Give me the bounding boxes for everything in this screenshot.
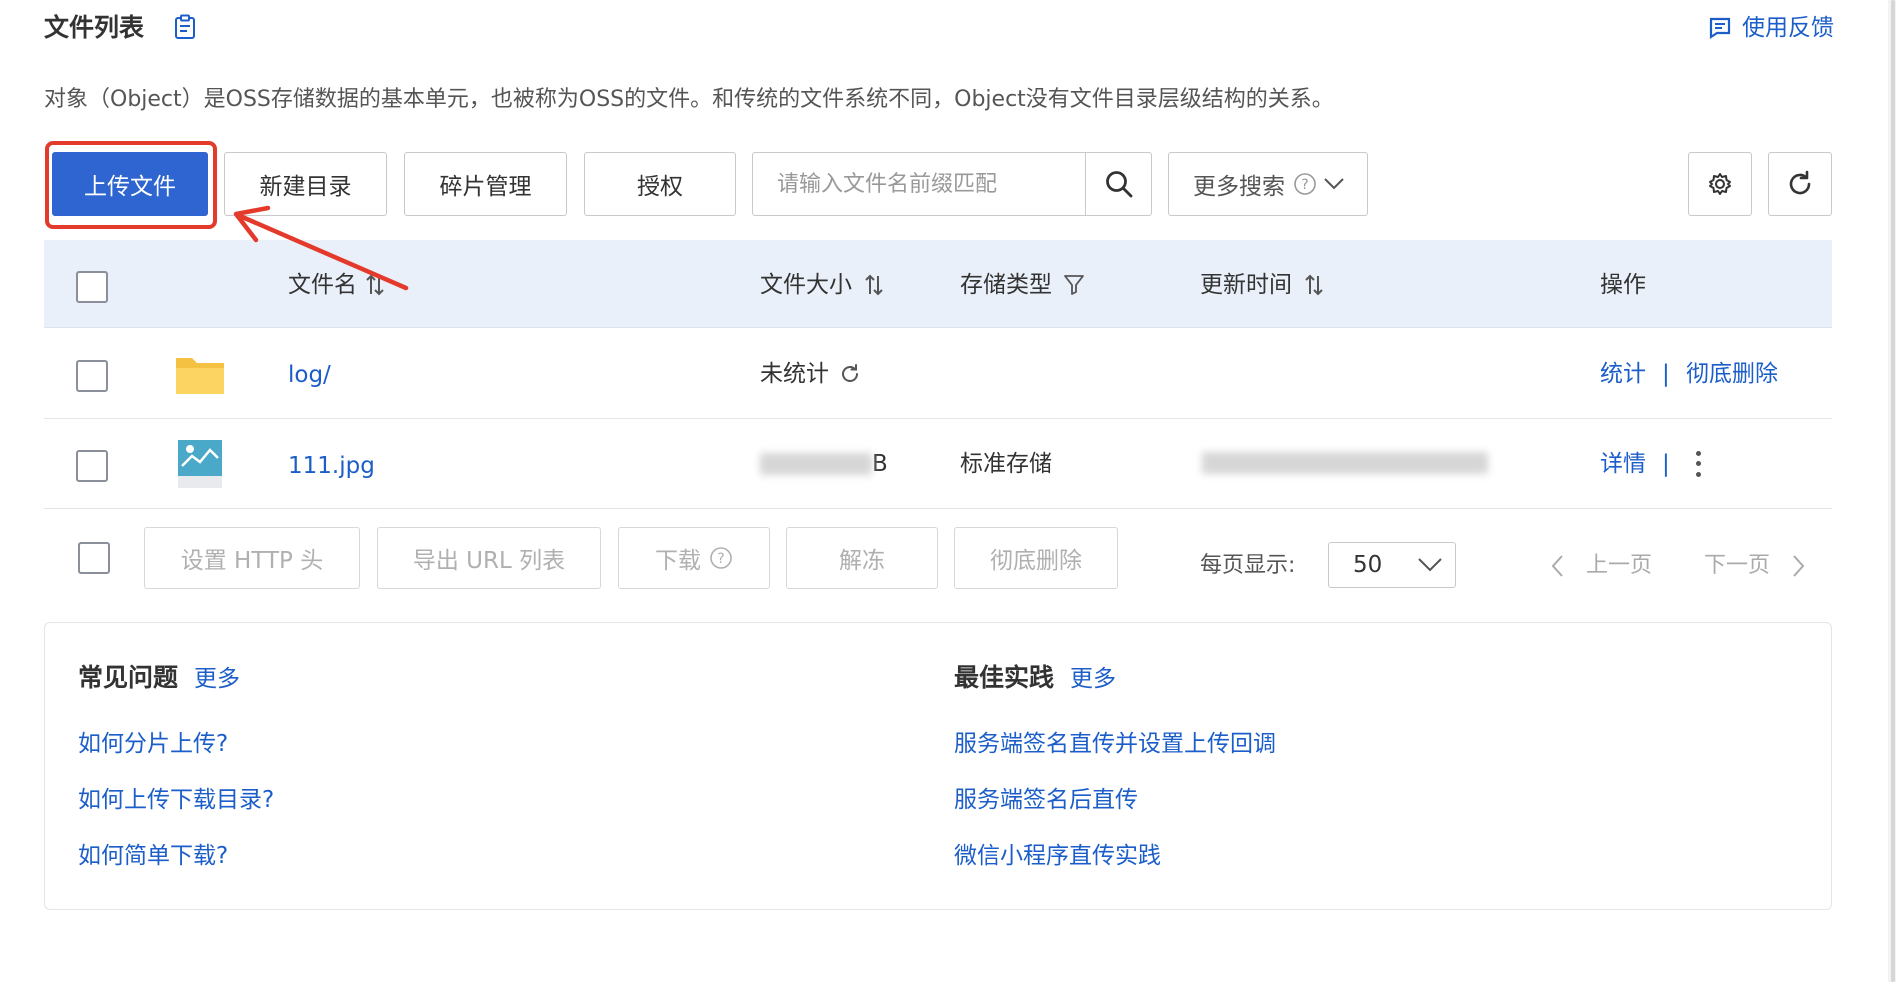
clipboard-icon[interactable] <box>174 14 196 42</box>
annotation-arrow <box>233 205 409 291</box>
chevron-down-icon <box>1418 558 1442 572</box>
more-search-label: 更多搜索 <box>1193 174 1285 200</box>
export-url-list-button[interactable]: 导出 URL 列表 <box>377 527 601 589</box>
row-divider <box>44 418 1832 419</box>
file-size-cell: B <box>760 448 888 480</box>
feedback-link[interactable]: 使用反馈 <box>1708 10 1834 46</box>
search-icon <box>1105 171 1132 198</box>
practice-title: 最佳实践 <box>954 663 1055 692</box>
per-page-label: 每页显示: <box>1200 553 1296 578</box>
search-button[interactable] <box>1085 153 1151 215</box>
refresh-icon[interactable] <box>839 363 861 385</box>
help-circle-icon: ? <box>710 547 732 569</box>
file-size-cell: 未统计 <box>760 358 861 390</box>
redacted-updated-time <box>1202 452 1488 474</box>
filter-icon <box>1064 275 1084 295</box>
faq-header: 常见问题 更多 <box>78 658 240 694</box>
delete-link[interactable]: 彻底删除 <box>1686 358 1778 390</box>
feedback-label: 使用反馈 <box>1742 15 1834 41</box>
page-size-select[interactable]: 50 <box>1328 542 1456 588</box>
row-checkbox[interactable] <box>76 450 108 482</box>
sort-icon <box>865 274 883 296</box>
download-button[interactable]: 下载 ? <box>618 527 770 589</box>
practice-more-link[interactable]: 更多 <box>1070 659 1116 693</box>
column-header-updated[interactable]: 更新时间 <box>1200 270 1324 300</box>
practice-link[interactable]: 微信小程序直传实践 <box>954 840 1161 872</box>
redacted-value <box>760 453 872 475</box>
faq-title: 常见问题 <box>78 663 179 692</box>
faq-link[interactable]: 如何上传下载目录? <box>78 784 274 816</box>
unfreeze-button[interactable]: 解冻 <box>786 527 938 589</box>
practice-link[interactable]: 服务端签名后直传 <box>954 784 1138 816</box>
column-header-size[interactable]: 文件大小 <box>760 270 884 300</box>
help-circle-icon: ? <box>1294 173 1316 195</box>
storage-class-cell: 标准存储 <box>960 451 1052 477</box>
more-search-dropdown[interactable]: 更多搜索 ? <box>1168 152 1368 216</box>
feedback-icon <box>1709 17 1731 40</box>
file-name-link[interactable]: log/ <box>288 359 331 391</box>
select-all-checkbox[interactable] <box>76 271 108 303</box>
refresh-icon <box>1789 170 1811 195</box>
row-divider <box>44 508 1832 509</box>
search-input[interactable] <box>753 153 1085 215</box>
more-actions-icon[interactable] <box>1690 448 1706 480</box>
next-page-button[interactable]: 下一页 <box>1704 550 1806 582</box>
prev-page-button[interactable]: 上一页 <box>1550 550 1652 582</box>
sort-icon <box>1305 274 1323 296</box>
faq-more-link[interactable]: 更多 <box>194 659 240 693</box>
svg-text:?: ? <box>717 551 724 567</box>
page-description: 对象（Object）是OSS存储数据的基本单元，也被称为OSS的文件。和传统的文… <box>44 87 1334 112</box>
practice-link[interactable]: 服务端签名直传并设置上传回调 <box>954 728 1276 760</box>
file-name-link[interactable]: 111.jpg <box>288 450 375 482</box>
practice-header: 最佳实践 更多 <box>954 658 1116 694</box>
image-file-icon <box>178 440 222 492</box>
scrollbar-thumb[interactable] <box>1891 0 1895 982</box>
search-box <box>752 152 1152 216</box>
stat-link[interactable]: 统计 <box>1600 358 1646 390</box>
action-separator: | <box>1662 361 1670 387</box>
details-link[interactable]: 详情 <box>1600 448 1646 480</box>
fragment-management-button[interactable]: 碎片管理 <box>404 152 567 216</box>
chevron-down-icon <box>1324 178 1344 190</box>
annotation-highlight-box <box>45 141 217 229</box>
batch-delete-button[interactable]: 彻底删除 <box>954 527 1118 589</box>
settings-button[interactable] <box>1688 152 1752 216</box>
chevron-left-icon <box>1551 555 1563 577</box>
help-panel <box>44 622 1832 910</box>
column-header-storage[interactable]: 存储类型 <box>960 270 1086 300</box>
authorize-button[interactable]: 授权 <box>584 152 736 216</box>
faq-link[interactable]: 如何分片上传? <box>78 728 228 760</box>
page-title: 文件列表 <box>44 13 145 42</box>
action-separator: | <box>1662 451 1670 477</box>
refresh-button[interactable] <box>1768 152 1832 216</box>
column-header-actions: 操作 <box>1600 272 1646 298</box>
folder-icon <box>174 352 226 400</box>
gear-icon <box>1709 173 1731 195</box>
faq-link[interactable]: 如何简单下载? <box>78 840 228 872</box>
batch-select-checkbox[interactable] <box>78 542 110 574</box>
svg-text:?: ? <box>1301 177 1308 193</box>
set-http-header-button[interactable]: 设置 HTTP 头 <box>144 527 360 589</box>
chevron-right-icon <box>1793 555 1805 577</box>
row-checkbox[interactable] <box>76 360 108 392</box>
